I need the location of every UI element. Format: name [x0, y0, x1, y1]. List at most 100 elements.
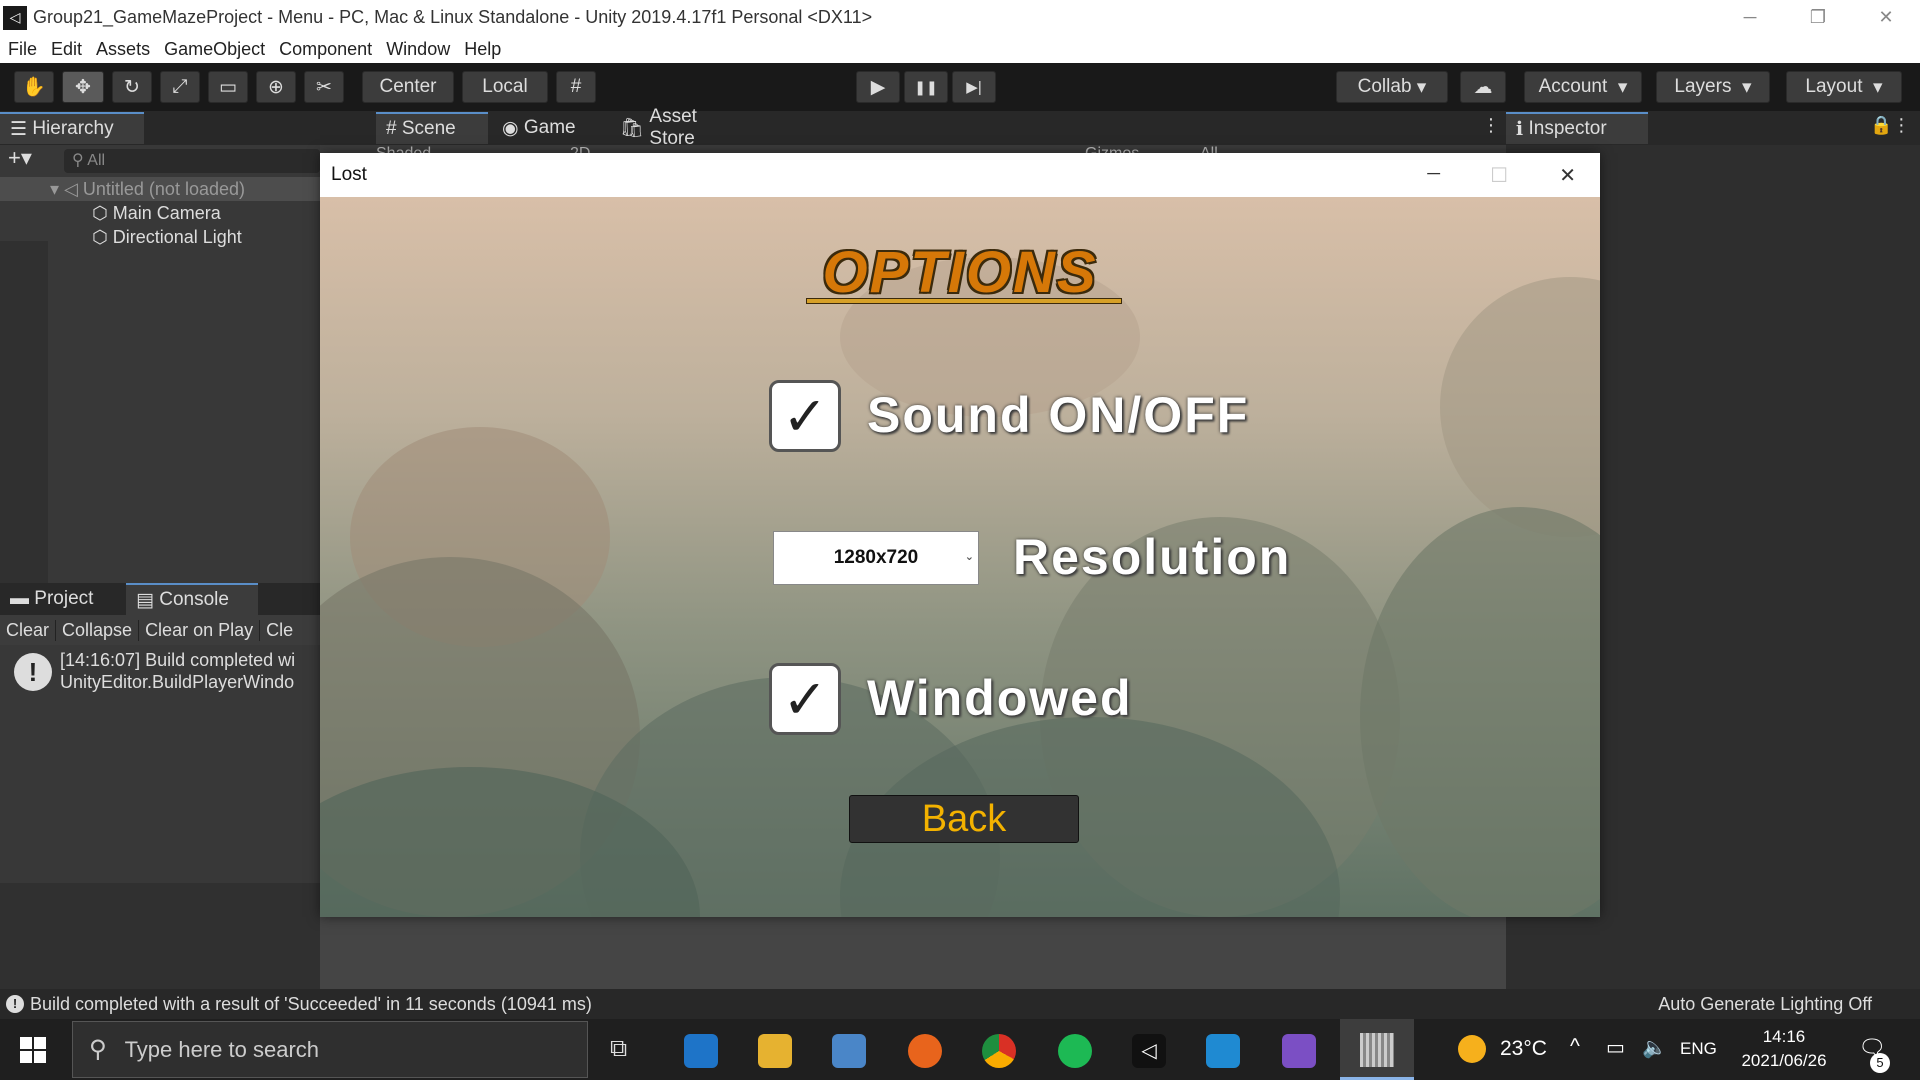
game-window-title-bar: Lost ─ ☐ ✕ — [320, 153, 1600, 197]
weather-sun-icon[interactable] — [1458, 1035, 1486, 1063]
language-indicator[interactable]: ENG — [1680, 1039, 1717, 1059]
console-clear-on-play-button[interactable]: Clear on Play — [139, 619, 261, 641]
resolution-dropdown[interactable]: 1280x720 ⌄ — [773, 531, 979, 585]
grid-snap-icon[interactable]: # — [556, 71, 596, 103]
mail-icon[interactable] — [684, 1034, 718, 1068]
file-explorer-icon[interactable] — [758, 1034, 792, 1068]
spotify-icon[interactable] — [1058, 1034, 1092, 1068]
tab-game[interactable]: ◉ Game — [492, 112, 594, 144]
tab-console[interactable]: ▤ Console — [126, 583, 258, 615]
sound-checkbox[interactable]: ✓ — [769, 380, 841, 452]
scene-root-item[interactable]: ▾ ◁ Untitled (not loaded) — [0, 177, 320, 201]
back-button[interactable]: Back — [849, 795, 1079, 843]
console-clear-button[interactable]: Clear — [0, 619, 57, 641]
taskbar-search-input[interactable]: ⚲ Type here to search — [72, 1021, 588, 1078]
hierarchy-search-input[interactable]: ⚲ All — [64, 149, 320, 173]
chevron-down-icon: ⌄ — [964, 551, 974, 563]
tab-inspector[interactable]: ℹ Inspector — [1506, 112, 1648, 144]
collab-button[interactable]: Collab ▾ — [1336, 71, 1448, 103]
start-button[interactable] — [20, 1037, 46, 1063]
notification-badge: 5 — [1870, 1053, 1890, 1073]
hand-tool-icon[interactable]: ✋ — [14, 71, 54, 103]
hierarchy-item[interactable]: ⬡ Directional Light — [92, 227, 242, 248]
main-toolbar: ✋ ✥ ↻ ⤢ ▭ ⊕ ✂ Center Local # ▶ ❚❚ ▶| Col… — [0, 63, 1920, 111]
layers-dropdown[interactable]: Layers ▾ — [1656, 71, 1770, 103]
custom-tool-icon[interactable]: ✂ — [304, 71, 344, 103]
minimize-button[interactable]: ─ — [1716, 0, 1784, 35]
move-tool-icon[interactable]: ✥ — [62, 71, 104, 103]
unity-icon[interactable]: ◁ — [1132, 1034, 1166, 1068]
firefox-icon[interactable] — [908, 1034, 942, 1068]
hierarchy-search-placeholder: All — [87, 152, 106, 169]
add-icon[interactable]: +▾ — [8, 145, 32, 171]
game-window: Lost ─ ☐ ✕ OPTIONS ✓ Sound ON/OFF 1280x7… — [320, 153, 1600, 917]
console-entry[interactable]: [14:16:07] Build completed wi UnityEdito… — [60, 649, 320, 693]
network-icon[interactable]: ▭ — [1606, 1035, 1625, 1060]
restore-button[interactable]: ❐ — [1784, 0, 1852, 35]
lighting-status[interactable]: Auto Generate Lighting Off — [1658, 994, 1872, 1015]
task-view-icon[interactable]: ⧉ — [610, 1035, 627, 1063]
play-button[interactable]: ▶ — [856, 71, 900, 103]
console-collapse-button[interactable]: Collapse — [56, 619, 140, 641]
status-message[interactable]: Build completed with a result of 'Succee… — [30, 994, 592, 1015]
resolution-label: Resolution — [1013, 529, 1292, 585]
info-icon: ! — [14, 653, 52, 691]
cloud — [1440, 277, 1600, 537]
resolution-value: 1280x720 — [833, 547, 919, 568]
menu-assets[interactable]: Assets — [96, 39, 150, 60]
pivot-center-button[interactable]: Center — [362, 71, 454, 103]
layout-label: Layout — [1805, 76, 1863, 97]
local-label: Local — [482, 76, 528, 97]
tab-asset-store[interactable]: 🛍 Asset Store — [610, 106, 740, 149]
scene-tab-label: Scene — [401, 118, 456, 139]
pivot-local-button[interactable]: Local — [462, 71, 548, 103]
more-options-icon[interactable]: ⋮ — [1482, 115, 1500, 136]
menu-file[interactable]: File — [8, 39, 37, 60]
menu-edit[interactable]: Edit — [51, 39, 82, 60]
visual-studio-icon[interactable] — [1282, 1034, 1316, 1068]
screen: ◁ Group21_GameMazeProject - Menu - PC, M… — [0, 0, 1920, 1080]
lock-icon[interactable]: 🔒⋮ — [1870, 115, 1910, 136]
menu-window[interactable]: Window — [386, 39, 450, 60]
rect-tool-icon[interactable]: ▭ — [208, 71, 248, 103]
inspector-tab-label: Inspector — [1528, 118, 1607, 139]
scale-tool-icon[interactable]: ⤢ — [160, 71, 200, 103]
tab-hierarchy[interactable]: ☰ Hierarchy — [0, 112, 144, 144]
taskbar-search-placeholder: Type here to search — [124, 1036, 320, 1062]
console-clear-on-build-button[interactable]: Cle — [260, 620, 299, 641]
pause-button[interactable]: ❚❚ — [904, 71, 948, 103]
game-app-taskbar-item[interactable] — [1340, 1019, 1414, 1080]
close-button[interactable]: ✕ — [1852, 0, 1920, 35]
account-dropdown[interactable]: Account ▾ — [1524, 71, 1642, 103]
volume-icon[interactable]: 🔈 — [1642, 1035, 1667, 1060]
chrome-icon[interactable] — [982, 1034, 1016, 1068]
menu-help[interactable]: Help — [464, 39, 501, 60]
options-title-underline — [806, 298, 1122, 304]
cloud-icon[interactable]: ☁ — [1460, 71, 1506, 103]
sound-label: Sound ON/OFF — [867, 387, 1250, 443]
windowed-checkbox[interactable]: ✓ — [769, 663, 841, 735]
status-bar: ! Build completed with a result of 'Succ… — [0, 989, 1920, 1019]
game-minimize-button[interactable]: ─ — [1427, 163, 1440, 184]
menu-gameobject[interactable]: GameObject — [164, 39, 265, 60]
rotate-tool-icon[interactable]: ↻ — [112, 71, 152, 103]
game-maximize-button[interactable]: ☐ — [1490, 163, 1508, 188]
hierarchy-item[interactable]: ⬡ Main Camera — [92, 203, 221, 224]
weather-temp[interactable]: 23°C — [1500, 1037, 1547, 1061]
remote-desktop-icon[interactable] — [832, 1034, 866, 1068]
layout-dropdown[interactable]: Layout ▾ — [1786, 71, 1902, 103]
clock-date: 2021/06/26 — [1741, 1051, 1827, 1070]
vscode-icon[interactable] — [1206, 1034, 1240, 1068]
step-button[interactable]: ▶| — [952, 71, 996, 103]
tab-project[interactable]: ▬ Project — [0, 583, 126, 615]
options-title: OPTIONS — [822, 240, 1098, 305]
clock[interactable]: 14:16 2021/06/26 — [1736, 1025, 1832, 1073]
layers-label: Layers — [1674, 76, 1732, 97]
tab-scene[interactable]: # Scene — [376, 112, 488, 144]
tray-chevron-up-icon[interactable]: ^ — [1570, 1035, 1580, 1059]
menu-component[interactable]: Component — [279, 39, 372, 60]
window-title-bar: ◁ Group21_GameMazeProject - Menu - PC, M… — [0, 0, 1920, 35]
game-close-button[interactable]: ✕ — [1559, 163, 1576, 188]
taskbar: ⚲ Type here to search ⧉ ◁ 23°C ^ ▭ 🔈 ENG… — [0, 1019, 1920, 1080]
transform-tool-icon[interactable]: ⊕ — [256, 71, 296, 103]
